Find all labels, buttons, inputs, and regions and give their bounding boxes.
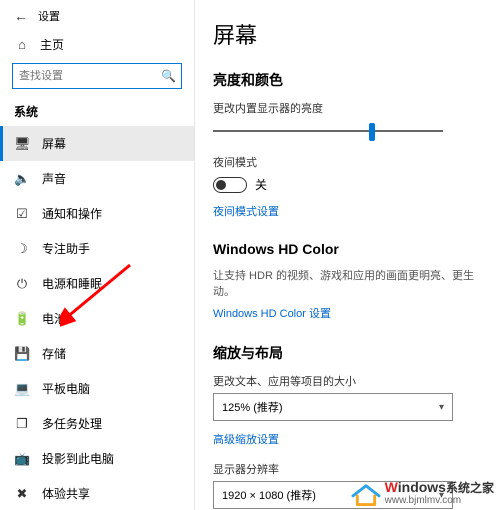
notify-icon: ☑ [14, 206, 30, 222]
resolution-select[interactable]: 1920 × 1080 (推荐) ▾ [213, 481, 453, 509]
night-light-toggle[interactable] [213, 177, 247, 193]
sidebar-item-label: 多任务处理 [42, 415, 102, 432]
sidebar-item-notifications[interactable]: ☑ 通知和操作 [0, 196, 194, 231]
resolution-label: 显示器分辨率 [213, 461, 486, 477]
sidebar-item-label: 声音 [42, 170, 66, 187]
shared-icon: ✖ [14, 486, 30, 502]
scale-value: 125% (推荐) [222, 399, 283, 415]
resolution-value: 1920 × 1080 (推荐) [222, 487, 316, 503]
tablet-icon: 💻 [14, 381, 30, 397]
chevron-down-icon: ▾ [439, 490, 444, 501]
sidebar-item-label: 屏幕 [42, 135, 66, 152]
sidebar-item-focus[interactable]: ☽ 专注助手 [0, 231, 194, 266]
home-button[interactable]: ⌂ 主页 [0, 30, 194, 63]
brightness-section-title: 亮度和颜色 [213, 70, 486, 90]
home-icon: ⌂ [14, 37, 30, 52]
sidebar-item-label: 电池 [42, 310, 66, 327]
nav-list: 🖥 屏幕 🔈 声音 ☑ 通知和操作 ☽ 专注助手 ⏻ 电源和睡眠 🔋 电池 [0, 126, 194, 510]
sidebar-item-label: 通知和操作 [42, 205, 102, 222]
window-title: 设置 [38, 8, 60, 24]
battery-icon: 🔋 [14, 311, 30, 327]
section-header: 系统 [0, 99, 194, 126]
sidebar-item-label: 投影到此电脑 [42, 450, 114, 467]
sidebar: ← 设置 ⌂ 主页 🔍 系统 🖥 屏幕 🔈 声音 ☑ 通知和操作 [0, 0, 195, 510]
sidebar-item-tablet[interactable]: 💻 平板电脑 [0, 371, 194, 406]
hd-color-desc: 让支持 HDR 的视频、游戏和应用的画面更明亮、更生动。 [213, 267, 486, 299]
night-light-state: 关 [255, 176, 267, 193]
storage-icon: 💾 [14, 346, 30, 362]
brightness-slider[interactable] [213, 130, 443, 132]
sidebar-item-storage[interactable]: 💾 存储 [0, 336, 194, 371]
sidebar-item-project[interactable]: 📺 投影到此电脑 [0, 441, 194, 476]
sidebar-item-label: 专注助手 [42, 240, 90, 257]
sidebar-item-label: 体验共享 [42, 485, 90, 502]
hd-color-title: Windows HD Color [213, 241, 486, 257]
search-box[interactable]: 🔍 [12, 63, 182, 89]
home-label: 主页 [40, 36, 64, 53]
back-button[interactable]: ← [14, 8, 28, 24]
hd-color-link[interactable]: Windows HD Color 设置 [213, 305, 486, 321]
scale-section-title: 缩放与布局 [213, 343, 486, 363]
brightness-label: 更改内置显示器的亮度 [213, 100, 486, 116]
sidebar-item-battery[interactable]: 🔋 电池 [0, 301, 194, 336]
night-light-label: 夜间模式 [213, 154, 486, 170]
sidebar-item-label: 电源和睡眠 [42, 275, 102, 292]
scale-select[interactable]: 125% (推荐) ▾ [213, 393, 453, 421]
power-icon: ⏻ [14, 276, 30, 292]
night-light-settings-link[interactable]: 夜间模式设置 [213, 203, 486, 219]
slider-thumb[interactable] [369, 123, 375, 141]
focus-icon: ☽ [14, 241, 30, 257]
toggle-knob [216, 180, 226, 190]
project-icon: 📺 [14, 451, 30, 467]
sidebar-item-shared[interactable]: ✖ 体验共享 [0, 476, 194, 510]
search-input[interactable] [19, 70, 161, 82]
sidebar-item-multitask[interactable]: ❐ 多任务处理 [0, 406, 194, 441]
monitor-icon: 🖥 [14, 136, 30, 152]
sidebar-item-label: 存储 [42, 345, 66, 362]
sound-icon: 🔈 [14, 171, 30, 187]
sidebar-item-power[interactable]: ⏻ 电源和睡眠 [0, 266, 194, 301]
sidebar-item-display[interactable]: 🖥 屏幕 [0, 126, 194, 161]
advanced-scale-link[interactable]: 高级缩放设置 [213, 431, 486, 447]
sidebar-item-label: 平板电脑 [42, 380, 90, 397]
multitask-icon: ❐ [14, 416, 30, 432]
search-icon: 🔍 [161, 69, 176, 83]
chevron-down-icon: ▾ [439, 402, 444, 413]
page-title: 屏幕 [213, 18, 486, 50]
content-area: 屏幕 亮度和颜色 更改内置显示器的亮度 夜间模式 关 夜间模式设置 Window… [195, 0, 500, 510]
sidebar-item-sound[interactable]: 🔈 声音 [0, 161, 194, 196]
scale-label: 更改文本、应用等项目的大小 [213, 373, 486, 389]
